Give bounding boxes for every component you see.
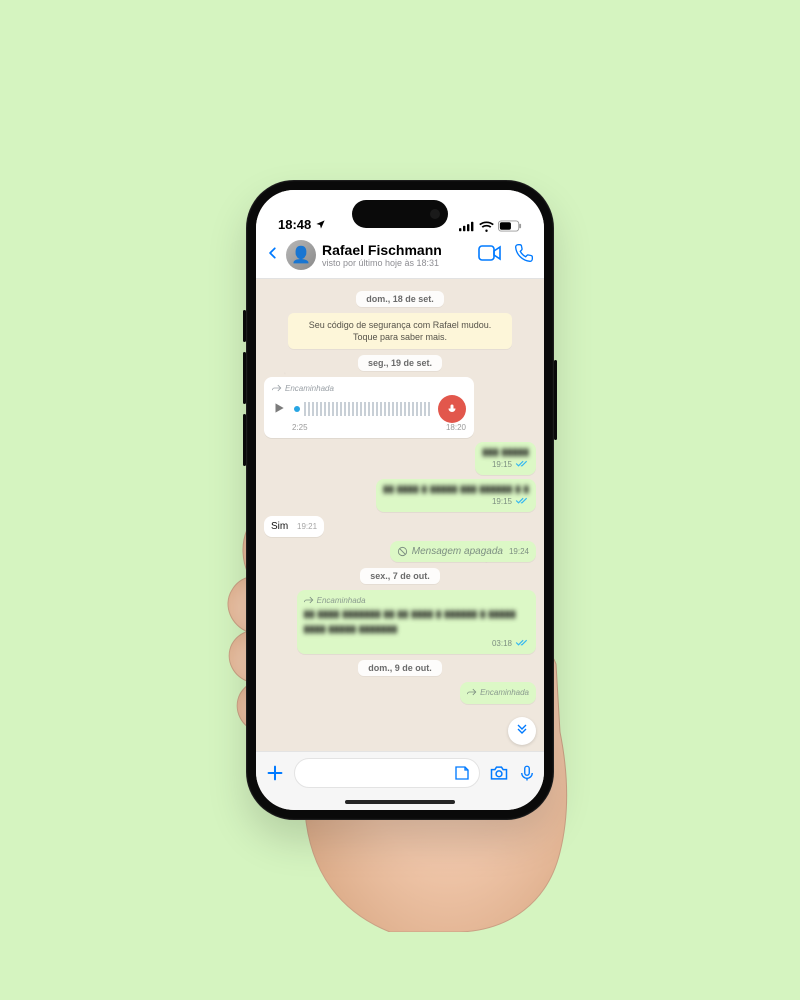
wifi-icon <box>479 221 494 232</box>
message-time: 19:21 <box>297 522 317 531</box>
deleted-label: Mensagem apagada <box>412 546 503 557</box>
message-time: 18:20 <box>446 423 466 432</box>
read-ticks-icon <box>515 459 529 470</box>
voice-waveform[interactable] <box>294 400 430 418</box>
phone-frame: 18:48 👤 Rafael Fischmann visto por últim… <box>246 180 554 820</box>
forward-icon <box>467 687 477 697</box>
attach-button[interactable] <box>264 762 286 784</box>
voice-duration: 2:25 <box>292 423 308 432</box>
security-notice[interactable]: Seu código de segurança com Rafael mudou… <box>264 313 536 349</box>
message-time: 19:15 <box>492 497 512 506</box>
message-row: ▮▮ ▮▮▮▮ ▮ ▮▮▮▮▮ ▮▮▮ ▮▮▮▮▮▮ ▮ ▮ 19:15 <box>264 479 536 512</box>
outgoing-bubble[interactable]: ▮▮ ▮▮▮▮ ▮ ▮▮▮▮▮ ▮▮▮ ▮▮▮▮▮▮ ▮ ▮ 19:15 <box>376 479 536 512</box>
day-separator: dom., 9 de out. <box>264 660 536 676</box>
deleted-message[interactable]: Mensagem apagada 19:24 <box>390 541 536 562</box>
message-row: Mensagem apagada 19:24 <box>264 541 536 562</box>
message-text: ▮▮ ▮▮▮▮ ▮ ▮▮▮▮▮ ▮▮▮ ▮▮▮▮▮▮ ▮ ▮ <box>383 484 529 495</box>
day-separator: sex., 7 de out. <box>264 568 536 584</box>
camera-button[interactable] <box>488 763 510 783</box>
message-input[interactable] <box>294 758 480 788</box>
chat-header: 👤 Rafael Fischmann visto por último hoje… <box>256 236 544 279</box>
side-button <box>243 310 246 342</box>
screen: 18:48 👤 Rafael Fischmann visto por últim… <box>256 190 544 810</box>
day-separator: dom., 18 de set. <box>264 291 536 307</box>
sticker-button[interactable] <box>453 764 471 782</box>
outgoing-bubble[interactable]: Encaminhada ▮▮ ▮▮▮▮ ▮▮▮▮▮▮▮ ▮▮ ▮▮ ▮▮▮▮ ▮… <box>297 590 536 654</box>
forward-icon <box>304 595 314 605</box>
video-call-button[interactable] <box>478 244 502 267</box>
read-ticks-icon <box>515 496 529 507</box>
last-seen: visto por último hoje às 18:31 <box>322 258 472 268</box>
message-text: ▮▮▮ ▮▮▮▮▮ <box>482 447 529 458</box>
outgoing-bubble[interactable]: ▮▮▮ ▮▮▮▮▮ 19:15 <box>475 442 536 475</box>
back-button[interactable] <box>266 243 280 268</box>
scroll-to-bottom-button[interactable] <box>508 717 536 745</box>
input-bar <box>256 751 544 794</box>
volume-up-button <box>243 352 246 404</box>
status-time: 18:48 <box>278 217 311 232</box>
battery-icon <box>498 220 522 232</box>
day-separator: seg., 19 de set. <box>264 355 536 371</box>
power-button <box>554 360 557 440</box>
forwarded-label: Encaminhada <box>285 384 334 393</box>
volume-down-button <box>243 414 246 466</box>
read-ticks-icon <box>515 638 529 649</box>
message-row: ▮▮▮ ▮▮▮▮▮ 19:15 <box>264 442 536 475</box>
chat-messages[interactable]: dom., 18 de set. Seu código de segurança… <box>256 279 544 751</box>
forward-icon <box>272 383 282 393</box>
mic-button[interactable] <box>518 762 536 784</box>
signal-icon <box>459 221 475 232</box>
dynamic-island <box>352 200 448 228</box>
contact-avatar[interactable]: 👤 <box>286 240 316 270</box>
contact-info[interactable]: Rafael Fischmann visto por último hoje à… <box>322 242 472 268</box>
message-text: Sim <box>271 521 288 532</box>
message-row: Encaminhada ▮▮ ▮▮▮▮ ▮▮▮▮▮▮▮ ▮▮ ▮▮ ▮▮▮▮ ▮… <box>264 590 536 654</box>
play-button[interactable] <box>272 401 286 418</box>
message-text: ▮▮ ▮▮▮▮ ▮▮▮▮▮▮▮ ▮▮ ▮▮ ▮▮▮▮ ▮ ▮▮▮▮▮▮ ▮ ▮▮… <box>304 607 529 637</box>
message-row: Encaminhada 2:25 18:20 <box>264 377 536 438</box>
forwarded-label: Encaminhada <box>480 688 529 697</box>
mic-icon <box>438 395 466 423</box>
location-icon <box>315 219 326 230</box>
home-indicator <box>256 794 544 810</box>
message-row: Sim 19:21 <box>264 516 536 537</box>
incoming-bubble[interactable]: Sim 19:21 <box>264 516 324 537</box>
message-time: 19:15 <box>492 460 512 469</box>
blocked-icon <box>397 546 408 557</box>
contact-name: Rafael Fischmann <box>322 242 472 258</box>
message-time: 03:18 <box>492 639 512 648</box>
outgoing-bubble[interactable]: Encaminhada <box>460 682 536 704</box>
message-row: Encaminhada <box>264 682 536 704</box>
voice-message[interactable]: Encaminhada 2:25 18:20 <box>264 377 474 438</box>
voice-call-button[interactable] <box>514 243 534 268</box>
forwarded-label: Encaminhada <box>317 596 366 605</box>
message-time: 19:24 <box>509 547 529 556</box>
